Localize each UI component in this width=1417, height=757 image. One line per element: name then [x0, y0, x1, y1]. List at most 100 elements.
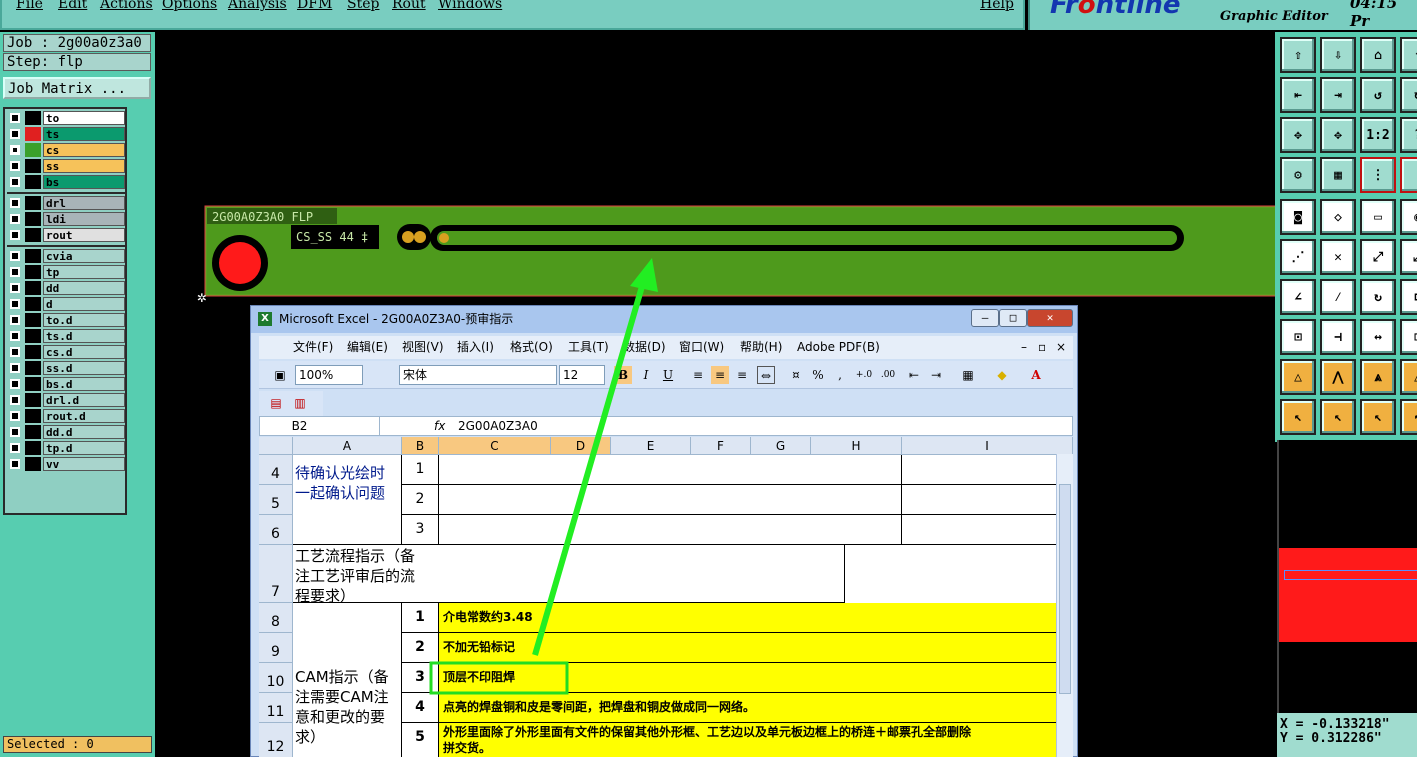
- tool-8-0-icon[interactable]: △: [1280, 359, 1316, 395]
- tool-4-1-icon[interactable]: ◇: [1320, 199, 1356, 235]
- doc-restore-icon[interactable]: ▫: [1038, 336, 1046, 359]
- menu-edit[interactable]: Edit: [58, 0, 87, 12]
- tool-9-1-icon[interactable]: ↖: [1320, 399, 1356, 435]
- align-left-icon[interactable]: ≡: [689, 366, 707, 384]
- xmenu-edit[interactable]: 编辑(E): [347, 336, 388, 359]
- layer-checkbox[interactable]: [10, 347, 20, 357]
- cell-cam-item-2[interactable]: 不加无铅标记: [439, 633, 1073, 663]
- comma-icon[interactable]: ,: [831, 366, 849, 384]
- tool-4-2-icon[interactable]: ▭: [1360, 199, 1396, 235]
- menu-file[interactable]: File: [16, 0, 43, 12]
- tool-6-0-icon[interactable]: ∠: [1280, 279, 1316, 315]
- tool-7-2-icon[interactable]: ↔: [1360, 319, 1396, 355]
- tool-2-2-icon[interactable]: 1:2: [1360, 117, 1396, 153]
- xmenu-adobe[interactable]: Adobe PDF(B): [797, 336, 880, 359]
- cell-cam-item-5[interactable]: 外形里面除了外形里面有文件的保留其他外形框、工艺边以及单元板边框上的桥连＋邮票孔…: [439, 723, 1073, 757]
- layer-row-tp[interactable]: tp: [7, 265, 125, 279]
- tool-5-2-icon[interactable]: ⤢: [1360, 239, 1396, 275]
- cell-b-4[interactable]: 1: [402, 455, 439, 485]
- cell-b-10[interactable]: 3: [402, 663, 439, 693]
- tool-2-0-icon[interactable]: ✥: [1280, 117, 1316, 153]
- layer-checkbox[interactable]: [10, 230, 20, 240]
- bold-icon[interactable]: B: [614, 366, 632, 384]
- underline-icon[interactable]: U: [659, 366, 677, 384]
- outdent-icon[interactable]: ⇤: [905, 366, 923, 384]
- layer-name[interactable]: cs: [43, 143, 125, 157]
- xmenu-format[interactable]: 格式(O): [510, 336, 553, 359]
- tool-9-0-icon[interactable]: ↖: [1280, 399, 1316, 435]
- size-select[interactable]: 12: [559, 365, 605, 385]
- menu-actions[interactable]: Actions: [100, 0, 153, 12]
- layer-checkbox[interactable]: [10, 363, 20, 373]
- tool-2-1-icon[interactable]: ✥: [1320, 117, 1356, 153]
- tool-1-3-icon[interactable]: ↻: [1400, 77, 1417, 113]
- layer-row-bs[interactable]: bs: [7, 175, 125, 189]
- row-header-9[interactable]: 9: [259, 633, 293, 663]
- tool-3-3-icon[interactable]: ⋮: [1400, 157, 1417, 193]
- layer-row-rout[interactable]: rout: [7, 228, 125, 242]
- tool-1-1-icon[interactable]: ⇥: [1320, 77, 1356, 113]
- tool-3-0-icon[interactable]: ⚙: [1280, 157, 1316, 193]
- select-all-corner[interactable]: [259, 437, 293, 455]
- vertical-scrollbar[interactable]: [1056, 454, 1073, 757]
- cell-cam-item-4[interactable]: 点亮的焊盘铜和皮是零间距，把焊盘和铜皮做成同一网络。: [439, 693, 1073, 723]
- row-header-5[interactable]: 5: [259, 485, 293, 515]
- menu-options[interactable]: Options: [162, 0, 217, 12]
- col-header-A[interactable]: A: [293, 437, 402, 455]
- layer-name[interactable]: rout: [43, 228, 125, 242]
- cell-a-confirm[interactable]: 待确认光绘时一起确认问题: [293, 455, 402, 545]
- cell-i-5[interactable]: [902, 485, 1073, 515]
- layer-row-drl[interactable]: drl: [7, 196, 125, 210]
- xmenu-file[interactable]: 文件(F): [293, 336, 333, 359]
- name-box[interactable]: B2: [260, 417, 380, 435]
- col-header-H[interactable]: H: [811, 437, 902, 455]
- layer-name[interactable]: bs: [43, 175, 125, 189]
- col-header-E[interactable]: E: [611, 437, 691, 455]
- layer-row-cvia[interactable]: cvia: [7, 249, 125, 263]
- cell-b-11[interactable]: 4: [402, 693, 439, 723]
- minimize-button[interactable]: —: [971, 309, 999, 327]
- layer-name[interactable]: dd.d: [43, 425, 125, 439]
- tool-4-0-icon[interactable]: ◙: [1280, 199, 1316, 235]
- cell-b-12[interactable]: 5: [402, 723, 439, 757]
- layer-name[interactable]: drl: [43, 196, 125, 210]
- layer-name[interactable]: bs.d: [43, 377, 125, 391]
- dec-decimal-icon[interactable]: .00: [879, 366, 897, 384]
- col-header-B[interactable]: B: [402, 437, 439, 455]
- tool-7-1-icon[interactable]: ⊣: [1320, 319, 1356, 355]
- tool-2-3-icon[interactable]: ?: [1400, 117, 1417, 153]
- tool-5-1-icon[interactable]: ✕: [1320, 239, 1356, 275]
- font-color-icon[interactable]: A: [1027, 366, 1045, 384]
- tool-9-3-icon[interactable]: ↖: [1400, 399, 1417, 435]
- layer-checkbox[interactable]: [10, 161, 20, 171]
- cell-a-process[interactable]: 工艺流程指示（备注工艺评审后的流程要求）: [293, 545, 845, 603]
- layer-checkbox[interactable]: [10, 251, 20, 261]
- layer-row-tp-d[interactable]: tp.d: [7, 441, 125, 455]
- layer-row-cs-d[interactable]: cs.d: [7, 345, 125, 359]
- layer-row-bs-d[interactable]: bs.d: [7, 377, 125, 391]
- layer-name[interactable]: tp.d: [43, 441, 125, 455]
- layer-checkbox[interactable]: [10, 113, 20, 123]
- tool-0-3-icon[interactable]: ↑: [1400, 37, 1417, 73]
- layer-checkbox[interactable]: [10, 198, 20, 208]
- layer-row-dd-d[interactable]: dd.d: [7, 425, 125, 439]
- percent-icon[interactable]: %: [809, 366, 827, 384]
- layer-row-cs[interactable]: cs: [7, 143, 125, 157]
- tool-5-0-icon[interactable]: ⋰: [1280, 239, 1316, 275]
- align-center-icon[interactable]: ≡: [711, 366, 729, 384]
- tool-6-1-icon[interactable]: ⁄: [1320, 279, 1356, 315]
- doc-min-icon[interactable]: –: [1021, 336, 1027, 359]
- layer-name[interactable]: cs.d: [43, 345, 125, 359]
- menu-windows[interactable]: Windows: [438, 0, 502, 12]
- layer-name[interactable]: drl.d: [43, 393, 125, 407]
- layer-name[interactable]: ts: [43, 127, 125, 141]
- align-right-icon[interactable]: ≡: [733, 366, 751, 384]
- layer-name[interactable]: ldi: [43, 212, 125, 226]
- tool-6-3-icon[interactable]: ⊏: [1400, 279, 1417, 315]
- layer-name[interactable]: rout.d: [43, 409, 125, 423]
- tool-8-1-icon[interactable]: ⋀: [1320, 359, 1356, 395]
- layer-row-ts[interactable]: ts: [7, 127, 125, 141]
- col-header-D[interactable]: D: [551, 437, 611, 455]
- layer-row-ss-d[interactable]: ss.d: [7, 361, 125, 375]
- tool-0-2-icon[interactable]: ⌂: [1360, 37, 1396, 73]
